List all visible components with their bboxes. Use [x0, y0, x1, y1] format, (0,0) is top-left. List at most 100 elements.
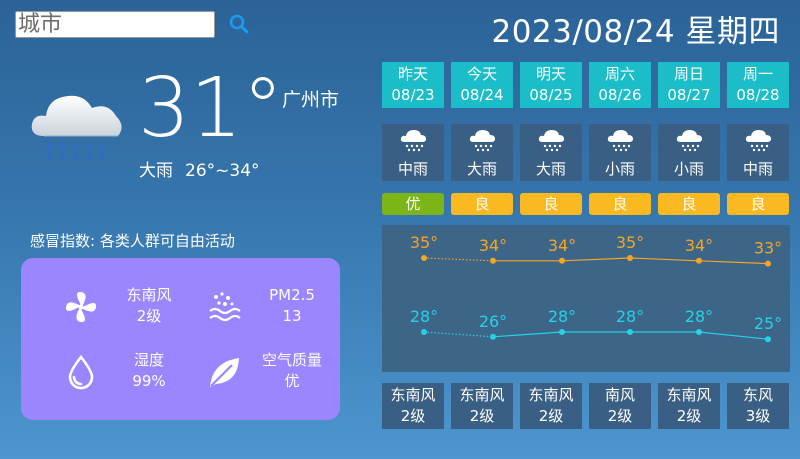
low-temp-point [490, 333, 496, 340]
date-title: 2023/08/24 星期四 [491, 14, 780, 50]
low-temp-point [421, 329, 427, 335]
temperature-chart-svg: 35° 34° 34° 35° 34° 33° 28° 26° 28° 28° 28° 25° [410, 233, 782, 343]
day-weather: 中雨 [727, 124, 789, 181]
aqi-badge: 优 [382, 193, 444, 215]
aqi-badge: 良 [658, 193, 720, 215]
day-date: 08/23 [391, 86, 435, 104]
aqi-badge: 良 [589, 193, 651, 215]
day-date: 08/24 [460, 86, 504, 104]
day-name: 今天 [466, 65, 497, 83]
day-header[interactable]: 明天 08/25 [520, 62, 582, 108]
day-weather-text: 大雨 [535, 160, 566, 178]
day-date: 08/28 [736, 86, 780, 104]
leaf-icon [210, 358, 239, 387]
aqi-badge: 良 [451, 193, 513, 215]
low-temp-label: 28° [616, 307, 644, 326]
day-header[interactable]: 周一 08/28 [727, 62, 789, 108]
low-temp-label: 28° [410, 307, 438, 326]
day-weather: 大雨 [451, 124, 513, 181]
low-temp-line-segment [492, 331, 563, 338]
day-name: 周一 [742, 65, 773, 83]
low-temp-label: 26° [479, 312, 507, 331]
day-wind-level: 3级 [745, 407, 771, 425]
high-temp-line-segment [629, 257, 700, 262]
aqi-label: 空气质量 [261, 351, 322, 369]
low-temp-point [696, 329, 702, 335]
search-input[interactable] [15, 11, 215, 38]
high-temp-label: 34° [479, 236, 507, 255]
rain-icon [745, 130, 771, 152]
day-wind-direction: 东风 [742, 386, 773, 404]
day-weather: 大雨 [520, 124, 582, 181]
low-temp-point [559, 329, 565, 335]
aqi-badge: 良 [520, 193, 582, 215]
day-wind-direction: 南风 [604, 386, 635, 404]
low-temp-point [765, 336, 771, 343]
current-weather: 大雨 26°~34° [139, 156, 260, 181]
rain-icon [469, 130, 495, 152]
high-temp-label: 34° [548, 236, 576, 255]
high-temp-point [696, 257, 702, 264]
fan-icon [65, 291, 97, 323]
day-wind-level: 2级 [469, 407, 495, 425]
high-temp-point [421, 255, 427, 261]
day-name: 周六 [604, 65, 635, 83]
high-temp-point [490, 257, 496, 264]
search-icon[interactable] [228, 13, 250, 35]
day-header[interactable]: 周日 08/27 [658, 62, 720, 108]
high-temp-point [765, 260, 771, 267]
day-wind: 东南风 2级 [451, 383, 513, 429]
rain-icon [400, 130, 426, 152]
low-temp-line-segment [423, 331, 494, 338]
rain-icon [538, 130, 564, 152]
high-temp-line-segment [698, 260, 769, 265]
high-temp-point [627, 255, 633, 261]
day-weather-text: 大雨 [466, 160, 497, 178]
high-temp-label: 33° [754, 239, 782, 258]
humidity-label: 湿度 [133, 351, 164, 369]
pm-info: PM2.5 13 [206, 285, 346, 335]
current-temperature: 31° [138, 61, 284, 156]
humidity-value: 99% [132, 372, 166, 390]
day-name: 昨天 [397, 65, 428, 83]
day-wind: 东南风 2级 [520, 383, 582, 429]
day-weather: 小雨 [589, 124, 651, 181]
day-wind-direction: 东南风 [528, 386, 574, 404]
heavy-rain-icon [31, 95, 122, 160]
day-weather-text: 中雨 [742, 160, 773, 178]
low-temp-point [627, 329, 633, 335]
current-weather-text: 大雨 [139, 161, 173, 181]
wind-value: 2级 [136, 307, 162, 325]
aqi-value: 优 [284, 372, 300, 390]
high-temp-point [559, 257, 565, 264]
day-date: 08/27 [667, 86, 711, 104]
current-temp-range: 26°~34° [185, 161, 260, 181]
low-temp-label: 28° [548, 307, 576, 326]
pm-label: PM2.5 [269, 286, 315, 304]
day-weather-text: 中雨 [397, 160, 428, 178]
cold-index: 感冒指数: 各类人群可自由活动 [30, 232, 235, 250]
high-temp-label: 35° [616, 233, 644, 252]
pm-value: 13 [282, 307, 302, 325]
day-wind: 东南风 2级 [658, 383, 720, 429]
day-header[interactable]: 周六 08/26 [589, 62, 651, 108]
day-date: 08/25 [529, 86, 573, 104]
aqi-info: 空气质量 优 [206, 350, 346, 400]
day-wind: 东南风 2级 [382, 383, 444, 429]
rain-icon [607, 130, 633, 152]
info-card: 东南风 2级 PM2.5 13 湿度 99% 空气质量 优 [21, 258, 340, 420]
day-wind-direction: 东南风 [390, 386, 436, 404]
aqi-badge: 良 [727, 193, 789, 215]
day-wind: 南风 2级 [589, 383, 651, 429]
day-wind-direction: 东南风 [666, 386, 712, 404]
wind-label: 东南风 [126, 286, 172, 304]
day-header[interactable]: 昨天 08/23 [382, 62, 444, 108]
city-name: 广州市 [282, 89, 340, 111]
day-date: 08/26 [598, 86, 642, 104]
day-weather: 中雨 [382, 124, 444, 181]
day-header[interactable]: 今天 08/24 [451, 62, 513, 108]
day-wind: 东风 3级 [727, 383, 789, 429]
day-name: 明天 [535, 65, 566, 83]
low-temp-label: 28° [685, 307, 713, 326]
rain-icon [676, 130, 702, 152]
